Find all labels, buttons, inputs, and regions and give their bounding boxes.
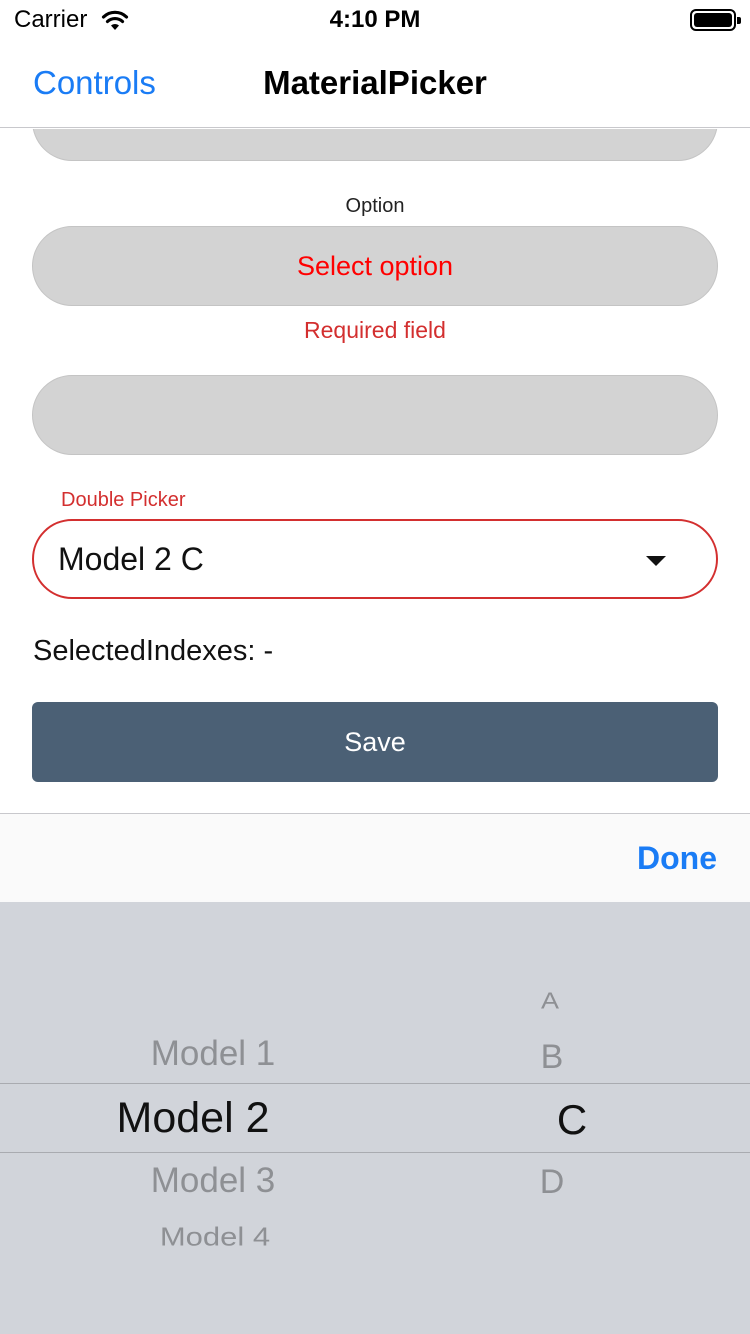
- picker-option-model-2[interactable]: Model 2: [108, 1094, 278, 1143]
- chevron-down-icon: [646, 556, 666, 566]
- option-picker[interactable]: Select option: [32, 226, 718, 306]
- picker-option-b[interactable]: B: [532, 1038, 572, 1077]
- double-picker-label: Double Picker: [61, 489, 186, 511]
- picker-toolbar: Done: [0, 813, 750, 902]
- picker-option-c[interactable]: C: [552, 1096, 592, 1144]
- double-picker-value: Model 2 C: [58, 541, 204, 577]
- picker-option-model-4[interactable]: Model 4: [142, 1222, 288, 1253]
- picker-option-d[interactable]: D: [532, 1163, 572, 1202]
- option-label: Option: [345, 195, 405, 217]
- option-placeholder: Select option: [296, 250, 454, 281]
- done-button[interactable]: Done: [637, 840, 717, 877]
- selected-indexes-text: SelectedIndexes: -: [33, 635, 274, 667]
- picker-option-model-3[interactable]: Model 3: [138, 1161, 288, 1201]
- status-time: 4:10 PM: [329, 6, 421, 33]
- double-picker-dropdown[interactable]: Model 2 C: [32, 519, 718, 599]
- battery-icon: [690, 9, 741, 31]
- page-title: MaterialPicker: [263, 64, 487, 101]
- form-content[interactable]: Option Select option Required field Doub…: [0, 129, 750, 813]
- empty-picker-field[interactable]: [32, 375, 718, 455]
- save-button[interactable]: Save: [32, 702, 718, 782]
- navigation-bar: Controls MaterialPicker: [0, 40, 750, 128]
- picker-option-a[interactable]: A: [530, 988, 570, 1014]
- picker-field-partial[interactable]: [32, 129, 718, 161]
- picker-wheel[interactable]: Model 1 Model 2 Model 3 Model 4 A B C D: [0, 902, 750, 1334]
- status-bar: Carrier 4:10 PM: [0, 0, 750, 40]
- option-error-text: Required field: [304, 317, 446, 343]
- picker-option-model-1[interactable]: Model 1: [140, 1034, 286, 1074]
